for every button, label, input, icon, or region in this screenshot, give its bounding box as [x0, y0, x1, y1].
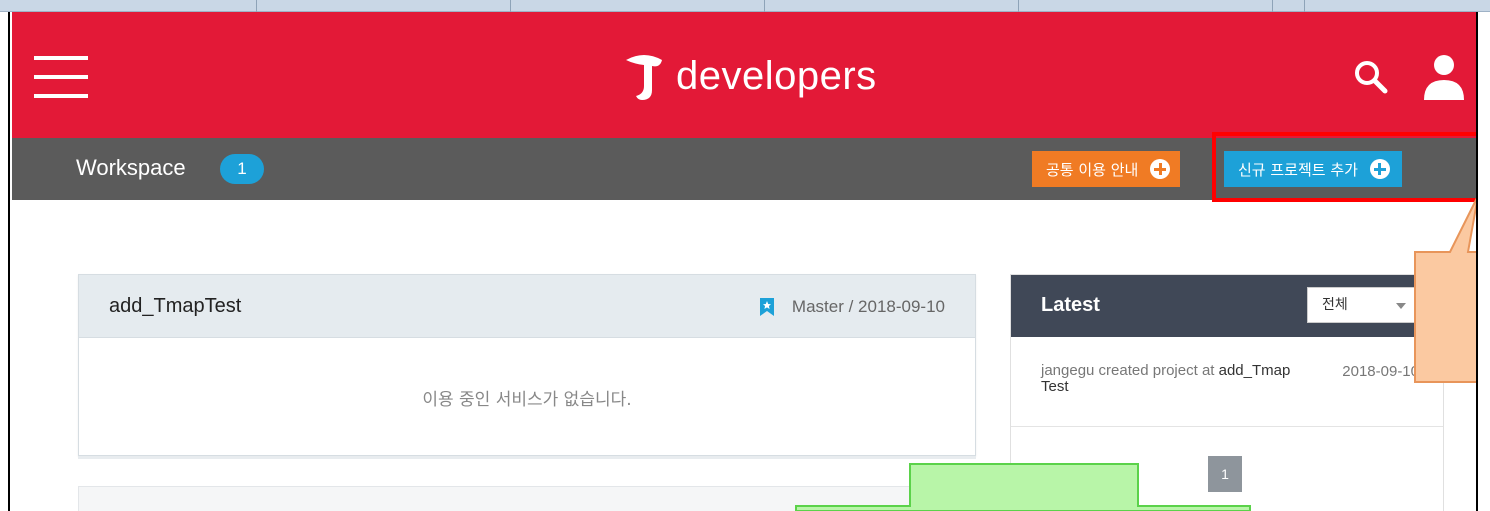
latest-filter-select[interactable]: 전체 — [1307, 287, 1417, 323]
pagination-page-1[interactable]: 1 — [1208, 456, 1242, 492]
guide-button-label: 공통 이용 안내 — [1046, 160, 1139, 179]
project-role-date: Master / 2018-09-10 — [791, 297, 945, 316]
tab-divider — [764, 0, 765, 12]
no-service-message: 이용 중인 서비스가 없습니다. — [422, 390, 632, 410]
brand-wordmark: developers — [676, 53, 877, 98]
tab-divider — [1304, 0, 1305, 12]
frame-border-right — [1476, 12, 1490, 511]
site-header: developers — [12, 12, 1476, 138]
card-divider — [78, 456, 976, 459]
plus-circle-icon — [1369, 159, 1390, 179]
project-name[interactable]: add_TmapTest — [109, 295, 241, 318]
bookmark-icon — [759, 298, 774, 316]
tab-divider — [1272, 0, 1273, 12]
frame-border-left — [0, 12, 10, 511]
activity-actor: jangegu created project at — [1041, 362, 1219, 379]
project-card-next[interactable] — [78, 486, 976, 511]
latest-panel-header: Latest 전체 — [1011, 275, 1443, 337]
project-meta: Master / 2018-09-10 — [759, 297, 945, 317]
common-usage-guide-button[interactable]: 공통 이용 안내 — [1032, 151, 1181, 187]
latest-filter-value: 전체 — [1322, 297, 1348, 313]
user-icon[interactable] — [1422, 52, 1466, 102]
plus-circle-icon — [1150, 159, 1171, 179]
chevron-down-icon — [1396, 303, 1406, 309]
tab-divider — [256, 0, 257, 12]
new-project-button-label: 신규 프로젝트 추가 — [1238, 160, 1358, 179]
latest-title: Latest — [1041, 294, 1100, 316]
project-card[interactable]: add_TmapTest Master / 2018-09-10 이용 중인 서… — [78, 274, 976, 456]
tab-divider — [1018, 0, 1019, 12]
workspace-count-badge: 1 — [220, 154, 264, 184]
t-logo-icon — [626, 55, 662, 100]
workspace-bar: Workspace 1 공통 이용 안내 신규 프로젝트 추가 — [12, 138, 1476, 200]
activity-text: jangegu created project at add_TmapTest — [1041, 363, 1291, 395]
hamburger-menu-icon[interactable] — [34, 56, 88, 98]
workspace-title: Workspace — [76, 155, 186, 180]
developers-logo[interactable]: developers — [622, 46, 877, 106]
browser-tab-strip — [0, 0, 1490, 12]
tab-divider — [510, 0, 511, 12]
search-icon[interactable] — [1352, 58, 1390, 96]
list-item: jangegu created project at add_TmapTest … — [1011, 337, 1443, 427]
add-new-project-button[interactable]: 신규 프로젝트 추가 — [1224, 151, 1402, 187]
activity-date: 2018-09-10 — [1342, 363, 1419, 380]
project-card-header: add_TmapTest Master / 2018-09-10 — [79, 275, 975, 338]
